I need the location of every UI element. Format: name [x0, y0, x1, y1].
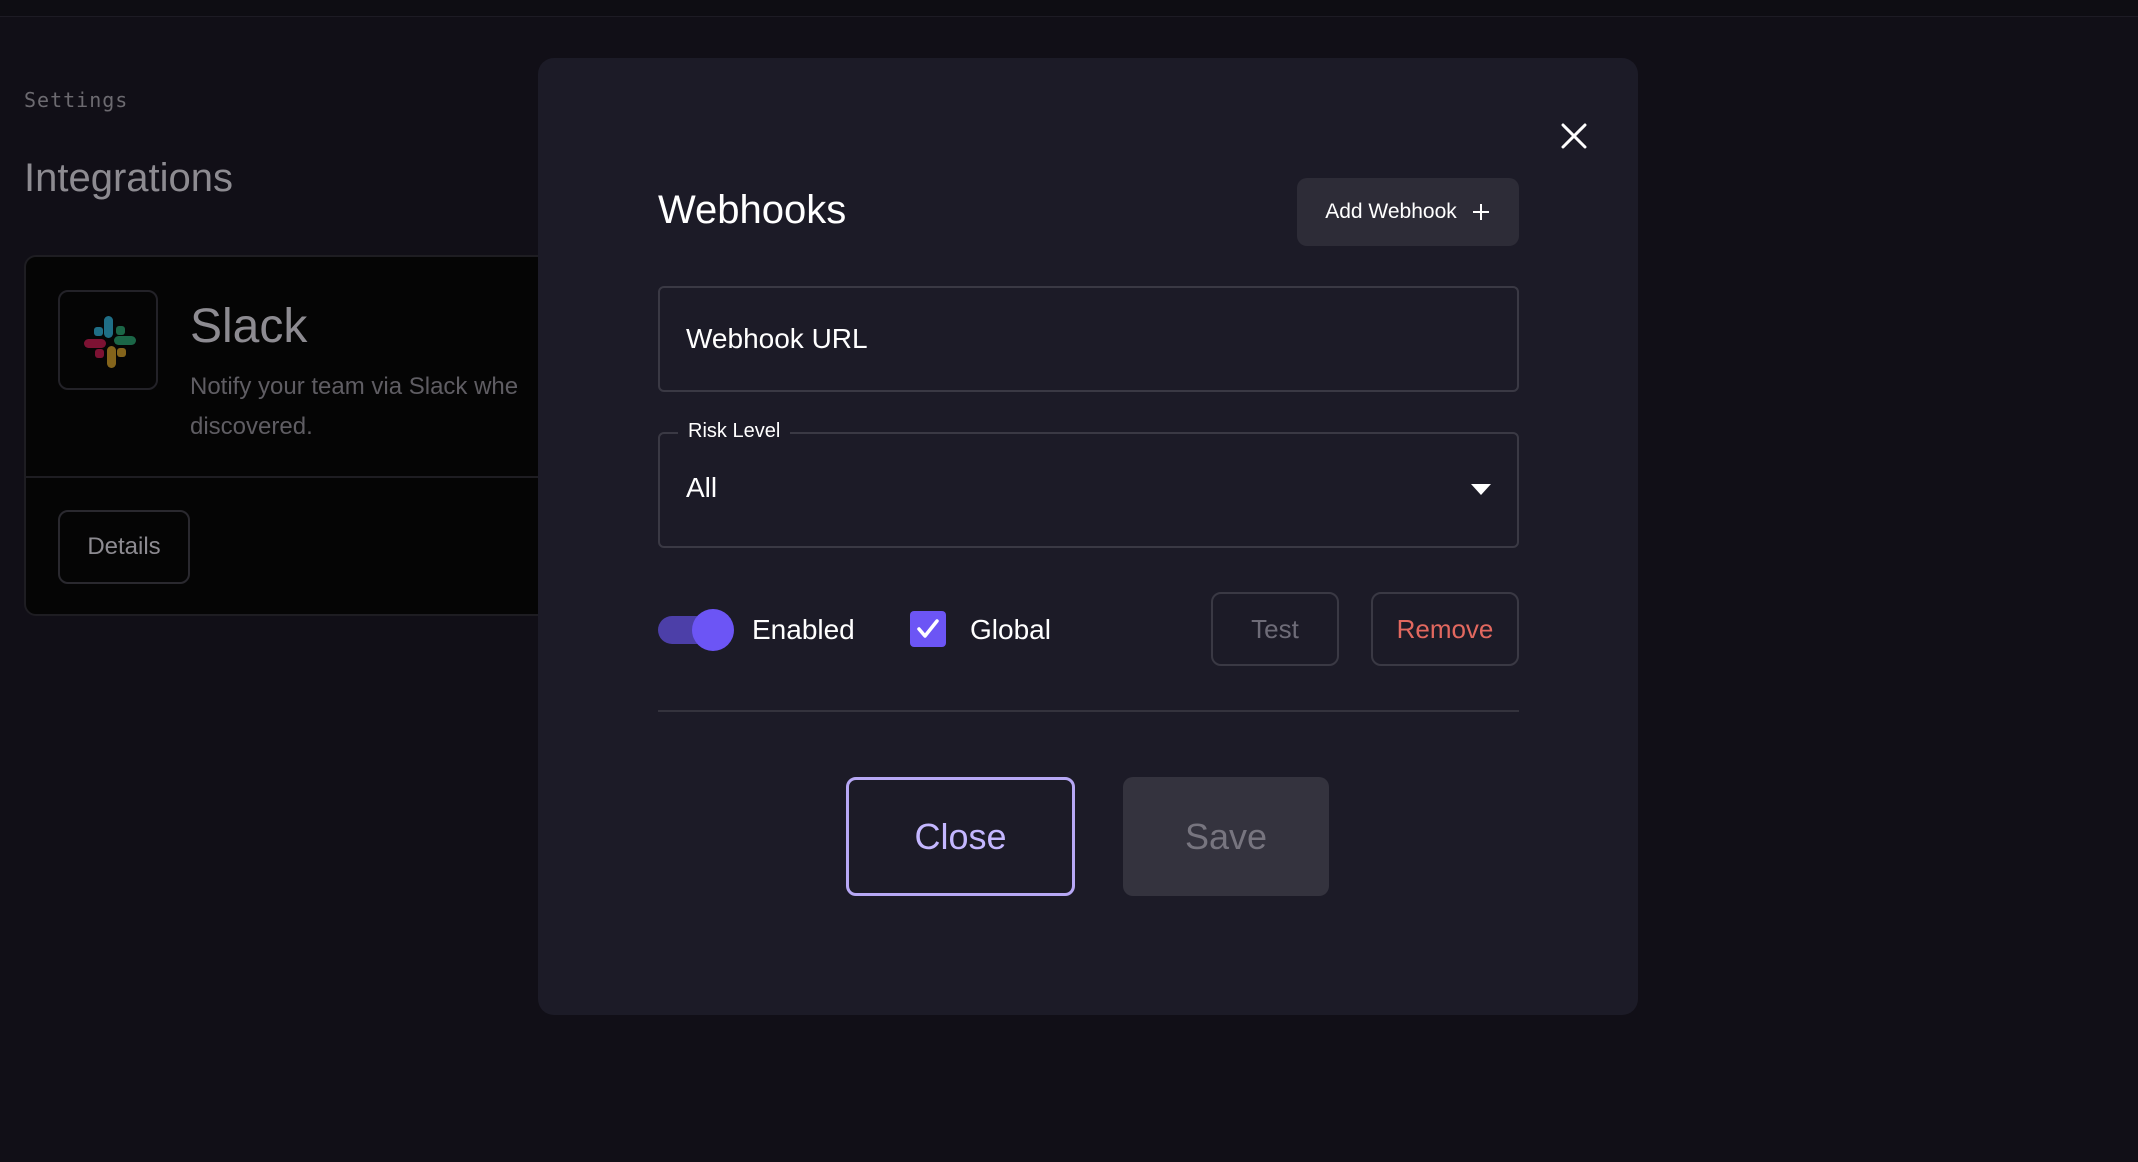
integration-name: Slack	[190, 300, 308, 353]
close-button[interactable]: Close	[846, 777, 1075, 896]
risk-level-value: All	[686, 472, 718, 503]
checkmark-icon	[917, 619, 939, 638]
breadcrumb: Settings	[24, 88, 129, 112]
enabled-label: Enabled	[752, 614, 855, 645]
webhooks-modal: Webhooks Add Webhook Webhook URL Risk Le…	[538, 58, 1638, 1015]
enabled-toggle[interactable]	[658, 608, 734, 651]
add-webhook-button[interactable]: Add Webhook	[1297, 178, 1519, 246]
page-title: Integrations	[24, 156, 234, 200]
risk-level-select[interactable]: Risk Level All	[658, 420, 1519, 548]
save-button[interactable]: Save	[1123, 777, 1329, 896]
modal-divider	[658, 710, 1519, 712]
close-icon[interactable]	[1550, 112, 1598, 160]
global-label: Global	[970, 614, 1051, 645]
caret-down-icon	[1471, 484, 1491, 495]
test-button[interactable]: Test	[1211, 592, 1339, 666]
details-button[interactable]: Details	[58, 510, 190, 584]
plus-icon	[1472, 204, 1489, 220]
add-webhook-label: Add Webhook	[1325, 200, 1457, 223]
remove-button[interactable]: Remove	[1371, 592, 1519, 666]
global-checkbox[interactable]	[910, 611, 946, 647]
modal-title: Webhooks	[658, 188, 847, 232]
slack-logo-icon	[58, 290, 158, 390]
webhook-url-placeholder: Webhook URL	[686, 323, 868, 354]
toggle-knob	[692, 609, 734, 651]
webhook-url-input[interactable]: Webhook URL	[658, 286, 1519, 392]
risk-level-label: Risk Level	[678, 420, 791, 443]
